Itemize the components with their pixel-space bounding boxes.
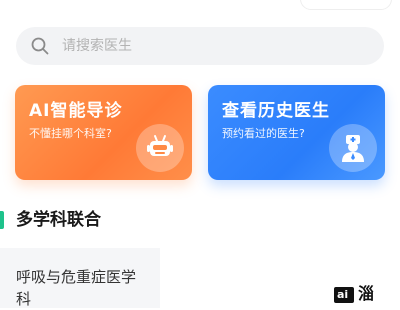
ai-triage-card[interactable]: AI智能导诊 不懂挂哪个科室? [15,85,192,180]
doctor-icon [329,124,377,172]
ai-triage-title: AI智能导诊 [29,101,123,121]
search-placeholder: 请搜索医生 [62,38,132,54]
search-icon [30,36,50,56]
section-accent-bar [0,211,4,229]
top-pill-button[interactable] [300,0,392,10]
robot-icon [136,124,184,172]
watermark-logo: ai 淄 [334,283,394,305]
department-item[interactable]: 呼吸与危重症医学科 [16,266,146,310]
logo-text: 淄 [358,284,375,303]
logo-box: ai [334,287,354,303]
search-bar[interactable]: 请搜索医生 [16,27,384,65]
ai-triage-subtitle: 不懂挂哪个科室? [29,127,112,140]
section-header: 多学科联合 [0,208,200,232]
history-doctor-title: 查看历史医生 [222,101,330,121]
department-list: 呼吸与危重症医学科 [0,248,160,308]
section-title: 多学科联合 [16,210,101,230]
history-doctor-card[interactable]: 查看历史医生 预约看过的医生? [208,85,385,180]
history-doctor-subtitle: 预约看过的医生? [222,127,305,140]
